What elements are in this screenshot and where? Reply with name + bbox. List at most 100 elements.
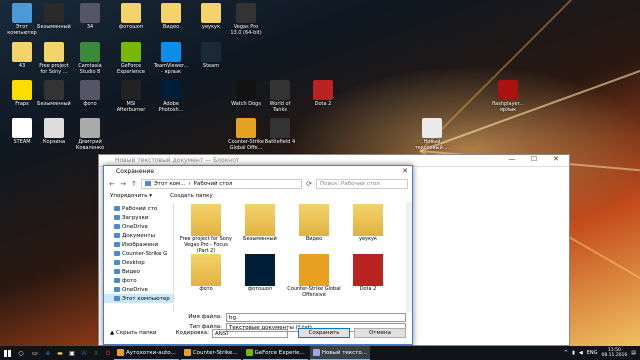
desktop-icon[interactable]: Camtasia Studio 8 [72,42,108,75]
desktop-icon[interactable]: MSI Afterburner [113,80,149,113]
desktop-icon[interactable]: фотошоп [113,3,149,30]
filename-input[interactable]: hg. [226,312,406,322]
tree-item[interactable]: Документы [104,231,173,240]
task-view-icon[interactable]: ▭ [28,346,42,360]
desktop-icon[interactable]: STEAM [4,118,40,145]
desktop-icon[interactable]: Battlefield 4 [262,118,298,145]
tree-item[interactable]: OneDrive [104,285,173,294]
desktop-icon-label: Steam [202,63,220,69]
taskbar-app[interactable]: GeForce Experie... [242,346,308,360]
desktop-icon[interactable]: Watch Dogs [228,80,264,107]
app-icon [44,42,64,62]
file-item[interactable]: фотошоп [232,254,288,292]
file-item[interactable]: Counter-Strike Global Offensive [286,254,342,298]
app-icon [236,80,256,100]
file-item[interactable]: Free project for Sony Vegas Pro - Focus … [178,204,234,254]
network-icon[interactable]: ▮ [572,350,575,356]
taskbar-app-label: Новый тексто... [321,349,367,356]
desktop-icon[interactable]: flashplayer... ярлык [490,80,526,113]
new-folder-button[interactable]: Создать папку [170,193,213,199]
ps-icon [245,254,275,286]
tray-chevron-icon[interactable]: ^ [564,350,568,356]
desktop-icon[interactable]: Fraps [4,80,40,107]
save-dialog[interactable]: Сохранение ✕ ← → ↑ Этот ком... › Рабочий… [103,165,413,345]
file-item[interactable]: Видео [286,204,342,242]
desktop-icon[interactable]: Vegas Pro 13.0 (64-bit) [228,3,264,36]
desktop-icon[interactable]: Видео [153,3,189,30]
search-input[interactable]: Поиск: Рабочий стол [316,178,408,189]
desktop-icon[interactable]: 43 [4,42,40,69]
tree-item[interactable]: Рабочий сто [104,204,173,213]
volume-icon[interactable]: ◀ [579,350,583,356]
tree-item[interactable]: OneDrive [104,222,173,231]
close-icon[interactable]: ✕ [545,155,567,163]
language-indicator[interactable]: ENG [587,350,598,356]
up-icon[interactable]: ↑ [130,180,138,188]
file-item[interactable]: Безымянный [232,204,288,242]
desktop-icon[interactable]: Adobe Photosh... [153,80,189,113]
desktop-icon[interactable]: Steam [193,42,229,69]
desktop-icon[interactable]: Dota 2 [305,80,341,107]
notifications-icon[interactable]: ▤ [631,350,636,356]
desktop-icon[interactable]: фото [72,80,108,107]
tree-item[interactable]: Видео [104,267,173,276]
tree-item[interactable]: Изображени [104,240,173,249]
maximize-icon[interactable]: ☐ [523,155,545,163]
desktop-icon[interactable]: Корзина [36,118,72,145]
folder-icon [114,242,120,247]
hide-folders-button[interactable]: ▲ Скрыть папки [110,330,176,336]
word-icon[interactable]: W [78,346,90,360]
refresh-icon[interactable]: ⟳ [305,180,313,188]
tree-item[interactable]: фото [104,276,173,285]
app-icon [422,118,442,138]
desktop-icon[interactable]: Безымянный [36,80,72,107]
desktop-icon[interactable]: TeamViewer... - ярлык [153,42,189,75]
encoding-select[interactable]: ANSI [212,328,288,338]
desktop-icon[interactable]: Дмитрий Коваленко [72,118,108,151]
search-icon[interactable]: ○ [14,346,28,360]
path-segment-desktop[interactable]: Рабочий стол [194,181,233,187]
save-button[interactable]: Сохранить [298,328,350,338]
store-icon[interactable]: ▣ [66,346,78,360]
opera-icon[interactable]: O [102,346,114,360]
taskbar-app[interactable]: Новый тексто... [309,346,370,360]
file-item-label: Counter-Strike Global Offensive [287,286,341,298]
desktop-icon[interactable]: Counter-Strike Global Offe... [228,118,264,151]
desktop-icon[interactable]: уеукук [193,3,229,30]
cancel-button[interactable]: Отмена [354,328,406,338]
taskbar-apps: Аутохотки-auto... Counter-Strike... GeForc… [114,346,370,360]
file-item[interactable]: фото [178,254,234,292]
tree-item[interactable]: Counter-Strike G [104,249,173,258]
explorer-icon[interactable]: ▬ [54,346,66,360]
edge-icon[interactable]: e [42,346,54,360]
desktop-icon[interactable]: Безымянный [36,3,72,30]
file-item[interactable]: уеукук [340,204,396,242]
desktop-icon-label: фото [83,101,97,107]
minimize-icon[interactable]: — [501,155,523,163]
tree-item[interactable]: Desktop [104,258,173,267]
address-bar[interactable]: Этот ком... › Рабочий стол [141,178,302,189]
start-button[interactable] [0,346,14,360]
taskbar-app[interactable]: Аутохотки-auto... [114,346,179,360]
back-icon[interactable]: ← [108,180,116,188]
excel-icon[interactable]: X [90,346,102,360]
desktop-icon[interactable]: GeForce Experience [113,42,149,75]
desktop-icon[interactable]: Free project for Sony ... [36,42,72,75]
tree-item-label: OneDrive [122,286,148,293]
path-segment-computer[interactable]: Этот ком... [154,181,185,187]
folder-icon [114,278,120,283]
tree-item[interactable]: Загрузки [104,213,173,222]
clock[interactable]: 11:50 08.11.2016 [602,348,628,359]
forward-icon[interactable]: → [119,180,127,188]
tree-item[interactable]: Этот компьютер [104,294,173,303]
desktop-icon[interactable]: World of Tanks [262,80,298,113]
scrollbar[interactable] [406,202,412,312]
dialog-close-icon[interactable]: ✕ [402,167,408,175]
taskbar-app[interactable]: Counter-Strike... [180,346,241,360]
desktop-icon[interactable]: Этот компьютер [4,3,40,36]
taskbar: ○ ▭ e ▬ ▣ W X O Аутохотки-auto... Counter… [0,346,640,360]
file-item[interactable]: Dota 2 [340,254,396,292]
organize-button[interactable]: Упорядочить ▾ [110,193,152,199]
desktop-icon[interactable]: 34 [72,3,108,30]
desktop-icon[interactable]: Новый текстовый ... [414,118,450,151]
